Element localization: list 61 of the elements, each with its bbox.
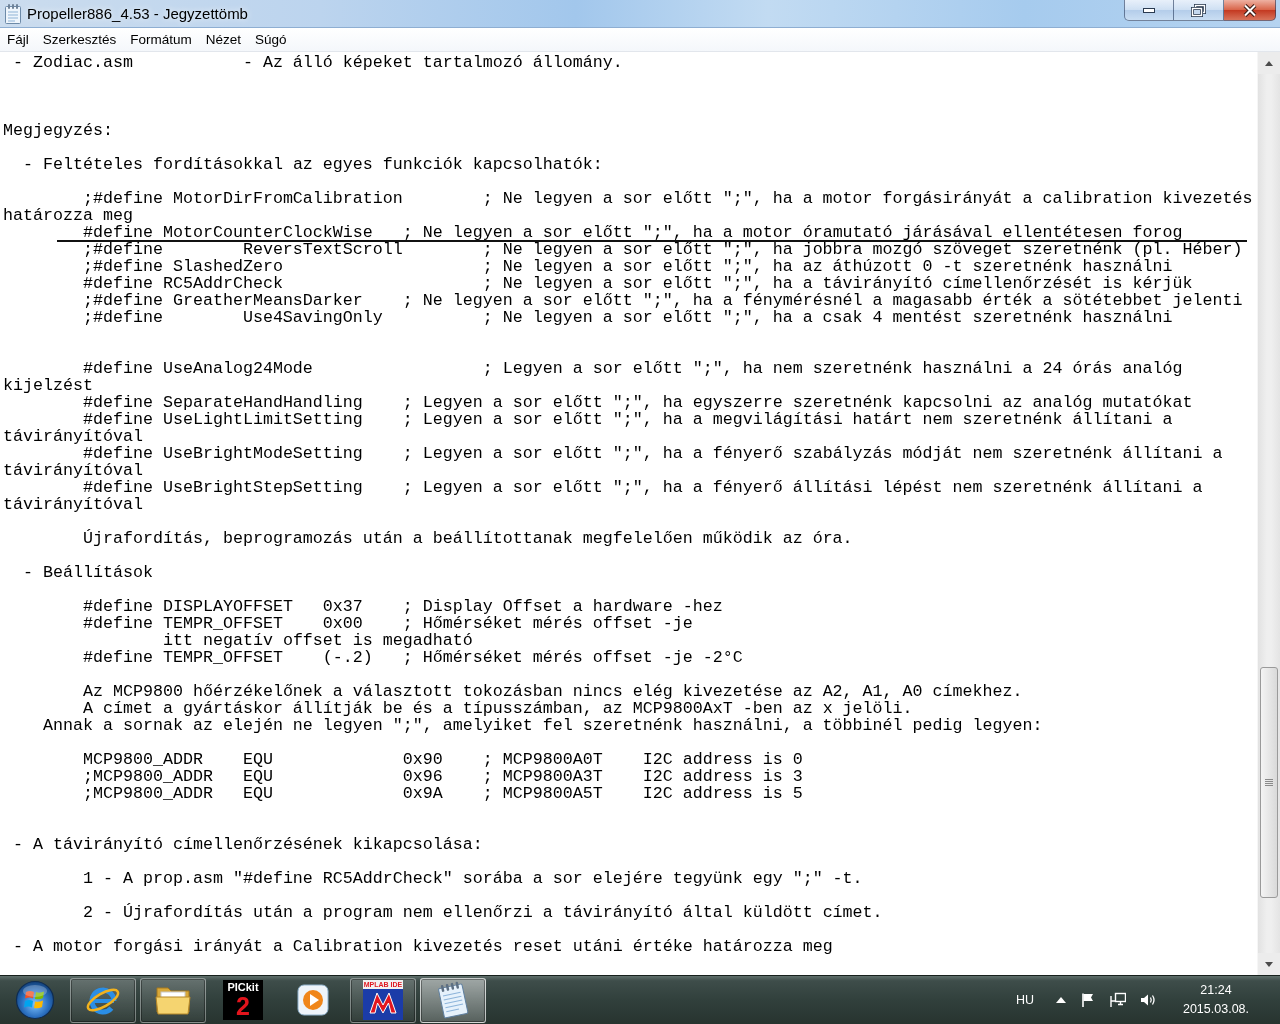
- text-line: ;#define Use4SavingOnly ; Ne legyen a sor előtt ";", ha a csak 4 mentést szeretnénk használni: [82, 308, 1173, 327]
- minimize-icon: [1143, 7, 1155, 13]
- text-line: Annak a sornak az elején ne legyen ";", amelyiket fel szeretnénk használni, a többinél pedig legyen:: [43, 716, 1043, 735]
- text-line: MCP9800_ADDR EQU 0x90 ; MCP9800A0T I2C address is 0: [82, 750, 803, 769]
- scrollbar-thumb[interactable]: [1260, 667, 1278, 898]
- menu-item[interactable]: Fájl: [0, 29, 36, 50]
- text-line: 1 - A prop.asm "#define RC5AddrCheck" sorába a sor elejére tegyünk egy ";" -t.: [82, 869, 863, 888]
- text-line: itt negatív offset is megadható: [162, 631, 473, 650]
- speaker-icon[interactable]: [1140, 992, 1156, 1008]
- text-line: #define SeparateHandHandling ; Legyen a sor előtt ";", ha egyszerre szeretnénk kapcsolni az analóg mutatókat: [82, 393, 1193, 412]
- text-line: #define UseBrightModeSetting ; Legyen a sor előtt ";", ha a fényerő szabályzás módját nem szeretnénk állítani a távirányítóval: [3, 444, 1224, 480]
- text-line: #define UseLightLimitSetting ; Legyen a sor előtt ";", ha a megvilágítási határt nem szeretnénk állítani a távirányítóval: [3, 410, 1174, 446]
- text-line: ;#define SlashedZero ; Ne legyen a sor előtt ";", ha az áthúzott 0 -t szeretnénk használni: [82, 257, 1173, 276]
- close-icon: [1242, 3, 1257, 17]
- text-line: ;#define GreatherMeansDarker ; Ne legyen a sor előtt ";", ha a fénymérésnél a magasabb érték a sötétebbet jelenti: [82, 291, 1243, 310]
- menu-item[interactable]: Súgó: [248, 29, 294, 50]
- taskbar-button[interactable]: [420, 977, 486, 1023]
- text-line: - Beállítások: [23, 563, 153, 582]
- text-line: #define TEMPR_OFFSET (-.2) ; Hőmérséket mérés offset -je -2°C: [82, 648, 743, 667]
- text-line: Újrafordítás, beprogramozás után a beállítottanak megfelelően működik az óra.: [82, 529, 853, 548]
- text-line: Megjegyzés:: [3, 121, 113, 140]
- text-line: - Zodiac.asm - Az álló képeket tartalmozó állomány.: [13, 53, 623, 72]
- restore-icon: [1191, 3, 1206, 17]
- text-line: #define RC5AddrCheck ; Ne legyen a sor előtt ";", ha a távirányító címellenőrzését is kérjük: [82, 274, 1193, 293]
- logo-text: PICkit: [227, 981, 259, 994]
- text-line: A címet a gyártáskor állítják be és a típusszámban, az MCP9800AxT -ben az x jelöli.: [82, 699, 913, 718]
- text-line: ;MCP9800_ADDR EQU 0x96 ; MCP9800A3T I2C address is 3: [82, 767, 803, 786]
- minimize-button[interactable]: [1124, 0, 1174, 21]
- menu-item[interactable]: Szerkesztés: [35, 29, 124, 50]
- menu-item[interactable]: Nézet: [198, 29, 249, 50]
- taskbar-button[interactable]: [70, 977, 136, 1023]
- text-line: #define UseBrightStepSetting ; Legyen a sor előtt ";", ha a fényerő állítási lépést nem szeretnénk állítani a távirányítóval: [3, 478, 1204, 514]
- window-title: Propeller886_4.53 - Jegyzettömb: [27, 5, 248, 22]
- caret-up-icon: [1265, 60, 1273, 66]
- logo-number: 2: [236, 994, 250, 1019]
- text-line: #define DISPLAYOFFSET 0x37 ; Display Offset a hardware -hez: [82, 597, 723, 616]
- flag-icon[interactable]: [1080, 992, 1096, 1008]
- caret-up-icon[interactable]: [1056, 997, 1066, 1003]
- taskbar-button[interactable]: PICkit 2: [210, 977, 276, 1023]
- text-line: 2 - Újrafordítás után a program nem ellenőrzi a távirányító által küldött címet.: [82, 903, 883, 922]
- clock-time: 21:24: [1200, 982, 1232, 999]
- text-line: ;MCP9800_ADDR EQU 0x9A ; MCP9800A5T I2C address is 5: [82, 784, 803, 803]
- text-line: - A motor forgási irányát a Calibration kivezetés reset utáni értéke határozza meg: [13, 937, 833, 956]
- network-icon[interactable]: [1110, 992, 1126, 1008]
- caret-down-icon: [1265, 961, 1273, 967]
- close-button[interactable]: [1224, 0, 1276, 21]
- restore-button[interactable]: [1174, 0, 1224, 21]
- text-line: - A távirányító címellenőrzésének kikapcsolása:: [13, 835, 483, 854]
- text-line: #define TEMPR_OFFSET 0x00 ; Hőmérséket mérés offset -je: [82, 614, 693, 633]
- text-line: - Feltételes fordításokkal az egyes funkciók kapcsolhatók:: [23, 155, 603, 174]
- orb-icon: [15, 980, 55, 1020]
- text-line: #define MotorCounterClockWise ; Ne legyen a sor előtt ";", ha a motor óramutató járásával ellentétesen forog: [82, 223, 1183, 242]
- clock-date: 2015.03.08.: [1182, 1001, 1249, 1018]
- taskbar-button[interactable]: [140, 977, 206, 1023]
- grip-icon: [1265, 778, 1273, 787]
- text-line: #define UseAnalog24Mode ; Legyen a sor előtt ";", ha nem szeretnénk használni a 24 órás analóg kijelzést: [3, 359, 1184, 395]
- language-indicator[interactable]: HU: [1015, 993, 1034, 1007]
- text-line: Az MCP9800 hőérzékelőnek a választott tokozásban nincs elég kivezetése az A2, A1, A0 címekhez.: [82, 682, 1023, 701]
- text-line: ;#define MotorDirFromCalibration ; Ne legyen a sor előtt ";", ha a motor forgásirányát a calibration kivezetés határozza meg: [3, 189, 1254, 225]
- menu-item[interactable]: Formátum: [123, 29, 199, 50]
- text-line: ;#define ReversTextScroll ; Ne legyen a sor előtt ";", ha jobbra mozgó szöveget szeretnénk (pl. Héber): [82, 240, 1243, 259]
